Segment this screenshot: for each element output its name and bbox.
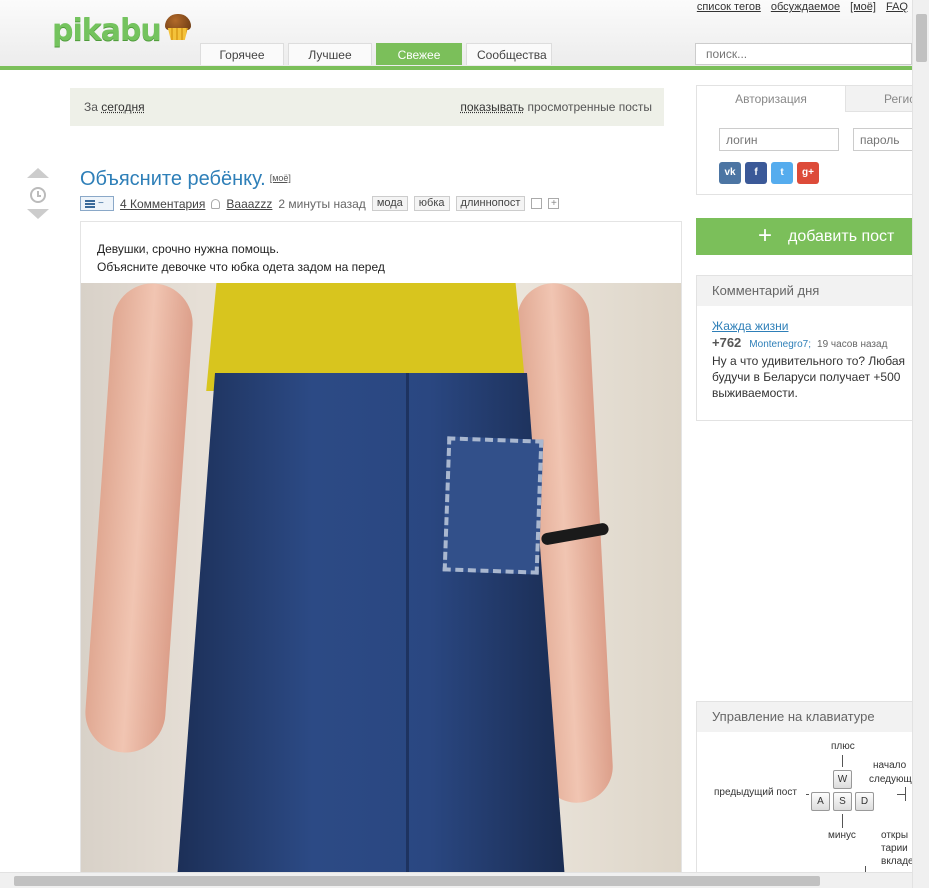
main-tabs: Горячее Лучшее Свежее Сообщества: [200, 43, 552, 65]
tab-registration[interactable]: Регистрация: [845, 86, 913, 112]
viewed-filter: показывать просмотренные посты: [460, 100, 652, 114]
post-text-line: Объясните девочке что юбка одета задом н…: [97, 260, 385, 274]
tab-authorization[interactable]: Авторизация: [697, 86, 845, 112]
comment-post-link[interactable]: Жажда жизни: [712, 319, 789, 333]
password-field[interactable]: [853, 128, 913, 151]
plus-icon: +: [758, 222, 773, 249]
viewed-suffix: просмотренные посты: [527, 100, 652, 114]
label-minus: минус: [828, 830, 856, 841]
social-logins: vk f t g+: [719, 162, 819, 184]
label-next: следующ: [869, 774, 912, 785]
tab-fresh[interactable]: Свежее: [376, 43, 462, 65]
comment-text-line: выживаемости.: [712, 386, 798, 400]
key-w: W: [833, 770, 852, 789]
skirt-seam: [406, 373, 409, 888]
horizontal-scrollbar[interactable]: [0, 872, 912, 888]
keyboard-diagram: плюс начало следующ W предыдущий пост A …: [697, 732, 912, 888]
left-arm: [82, 283, 196, 756]
save-icon[interactable]: [531, 198, 543, 209]
comment-score-row: +762 Montenegro7; 19 часов назад: [712, 335, 887, 350]
vertical-scroll-thumb[interactable]: [916, 14, 927, 62]
list-icon: [85, 199, 95, 208]
label-open: откры: [881, 830, 909, 841]
comment-of-day-panel: Комментарий дня Жажда жизни +762 Monteneg…: [696, 275, 912, 421]
label-start: начало: [873, 760, 907, 771]
expand-icon[interactable]: +: [548, 198, 560, 209]
skirt-pocket: [442, 436, 544, 575]
add-post-button[interactable]: + добавить пост: [696, 218, 912, 255]
tab-communities[interactable]: Сообщества: [466, 43, 552, 65]
label-open-2: тарии: [881, 843, 908, 854]
period-filter: За сегодня: [84, 100, 145, 114]
author-link[interactable]: Baaazzz: [226, 197, 272, 211]
keyboard-panel: Управление на клавиатуре плюс начало сле…: [696, 701, 912, 888]
label-prev: предыдущий пост: [714, 787, 797, 798]
login-field[interactable]: [719, 128, 839, 151]
facebook-icon[interactable]: f: [745, 162, 767, 184]
post-text-line: Девушки, срочно нужна помощь.: [97, 242, 280, 256]
keyboard-heading: Управление на клавиатуре: [697, 702, 912, 732]
clock-icon: [30, 187, 46, 203]
comment-time: 19 часов назад: [817, 339, 888, 350]
tab-best[interactable]: Лучшее: [288, 43, 372, 65]
add-post-label: добавить пост: [788, 228, 895, 245]
muffin-icon: [163, 12, 193, 42]
toplink-faq[interactable]: FAQ: [886, 1, 908, 13]
toplink-tags[interactable]: список тегов: [697, 1, 761, 13]
user-icon: [211, 198, 221, 209]
label-plus: плюс: [831, 741, 855, 752]
post-title-link[interactable]: Объясните ребёнку.: [80, 168, 266, 190]
comment-of-day-heading: Комментарий дня: [697, 276, 912, 306]
post-time: 2 минуты назад: [278, 196, 366, 211]
post-meta: − 4 Комментария Baaazzz 2 минуты назад м…: [80, 196, 560, 211]
tag[interactable]: юбка: [413, 196, 450, 211]
comment-user-link[interactable]: Montenegro7;: [749, 339, 811, 350]
logo-text: pikabu: [52, 12, 162, 48]
filter-bar: За сегодня показывать просмотренные пост…: [70, 88, 664, 126]
search-input[interactable]: [695, 43, 912, 65]
google-plus-icon[interactable]: g+: [797, 162, 819, 184]
key-a: A: [811, 792, 830, 811]
vote-column: [27, 168, 49, 219]
comment-text-line: будучи в Беларуси получает +500: [712, 370, 901, 384]
period-link[interactable]: сегодня: [101, 100, 144, 114]
comments-link[interactable]: 4 Комментария: [120, 197, 205, 211]
view-toggle[interactable]: −: [80, 196, 114, 211]
comment-text: Ну а что удивительного то? Любая будучи …: [712, 353, 912, 401]
twitter-icon[interactable]: t: [771, 162, 793, 184]
post-title: Объясните ребёнку. [моё]: [80, 168, 291, 191]
tag[interactable]: длиннопост: [455, 196, 526, 211]
comment-text-line: Ну а что удивительного то? Любая: [712, 354, 906, 368]
key-s: S: [833, 792, 852, 811]
horizontal-scroll-thumb[interactable]: [14, 876, 820, 886]
show-viewed-link[interactable]: показывать: [460, 100, 524, 114]
tag[interactable]: мода: [371, 196, 408, 211]
toplink-mine[interactable]: [моё]: [850, 1, 876, 13]
tab-hot[interactable]: Горячее: [200, 43, 284, 65]
toplink-discussed[interactable]: обсуждаемое: [771, 1, 840, 13]
vertical-scrollbar[interactable]: [912, 0, 929, 888]
pikabu-logo[interactable]: pikabu: [52, 10, 193, 50]
moe-badge[interactable]: [моё]: [270, 173, 291, 183]
auth-panel: Авторизация Регистрация vk f t g+: [696, 85, 913, 195]
key-d: D: [855, 792, 874, 811]
downvote-icon[interactable]: [27, 209, 49, 219]
label-open-3: вкладе: [881, 856, 912, 867]
top-links: список тегов обсуждаемое [моё] FAQ: [697, 1, 908, 13]
post-image[interactable]: [81, 283, 681, 888]
upvote-icon[interactable]: [27, 168, 49, 178]
period-prefix: За: [84, 100, 98, 114]
post-text: Девушки, срочно нужна помощь. Объясните …: [81, 222, 681, 276]
site-header: pikabu список тегов обсуждаемое [моё] FA…: [0, 0, 912, 70]
comment-score: +762: [712, 335, 742, 350]
vk-icon[interactable]: vk: [719, 162, 741, 184]
